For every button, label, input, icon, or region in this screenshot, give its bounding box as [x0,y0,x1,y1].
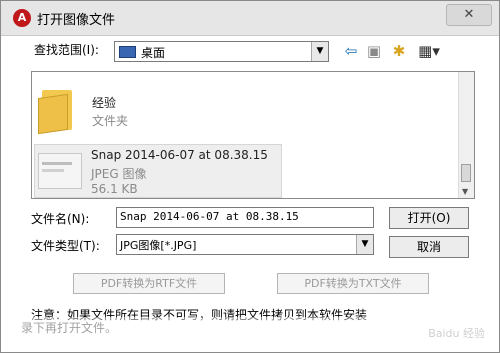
look-in-label: 查找范围(I): [34,43,99,57]
chevron-down-icon[interactable]: ▼ [311,42,328,61]
dialog-title: 打开图像文件 [37,13,116,28]
pdf-to-txt-button[interactable]: PDF转换为TXT文件 [277,273,429,294]
app-logo-icon: A [13,9,31,27]
open-image-dialog: A 打开图像文件 ✕ 查找范围(I): 桌面 ▼ ⇦ ▣ ✱ ▦▾ 经验 文件夹… [0,0,500,353]
filename-input[interactable]: Snap 2014-06-07 at 08.38.15 [116,207,374,228]
vertical-scrollbar[interactable]: ▼ [458,72,474,198]
filetype-dropdown[interactable]: JPG图像[*.JPG] ▼ [116,234,374,255]
scroll-down-icon[interactable]: ▼ [462,187,468,196]
image-thumbnail-icon [38,153,82,189]
file-type: JPEG 图像 [91,167,147,181]
file-list[interactable]: 经验 文件夹 Snap 2014-06-07 at 08.38.15 JPEG … [31,71,475,199]
view-menu-icon[interactable]: ▦▾ [413,41,445,61]
up-folder-icon[interactable]: ▣ [365,41,383,61]
watermark: Baidu 经验 [428,327,485,340]
look-in-value: 桌面 [141,46,166,60]
pdf-to-rtf-button[interactable]: PDF转换为RTF文件 [73,273,225,294]
bottom-overlay [1,317,499,352]
scrollbar-thumb[interactable] [461,164,471,182]
file-size: 56.1 KB [91,182,138,196]
new-folder-icon[interactable]: ✱ [389,41,409,61]
title-bar: A 打开图像文件 ✕ [1,1,499,36]
desktop-icon [119,46,136,58]
close-button[interactable]: ✕ [446,4,492,26]
back-icon[interactable]: ⇦ [342,41,360,61]
filename-label: 文件名(N): [31,212,90,226]
folder-type: 文件夹 [92,114,129,128]
folder-icon [38,86,74,135]
filetype-value: JPG图像[*.JPG] [120,239,197,252]
file-name: Snap 2014-06-07 at 08.38.15 [91,148,268,162]
look-in-dropdown[interactable]: 桌面 ▼ [114,41,329,62]
cancel-button[interactable]: 取消 [389,236,469,258]
list-item-selected-image[interactable]: Snap 2014-06-07 at 08.38.15 JPEG 图像 56.1… [34,144,282,198]
open-button[interactable]: 打开(O) [389,207,469,229]
folder-name[interactable]: 经验 [92,94,116,111]
filetype-label: 文件类型(T): [31,239,100,253]
chevron-down-icon[interactable]: ▼ [356,235,373,254]
